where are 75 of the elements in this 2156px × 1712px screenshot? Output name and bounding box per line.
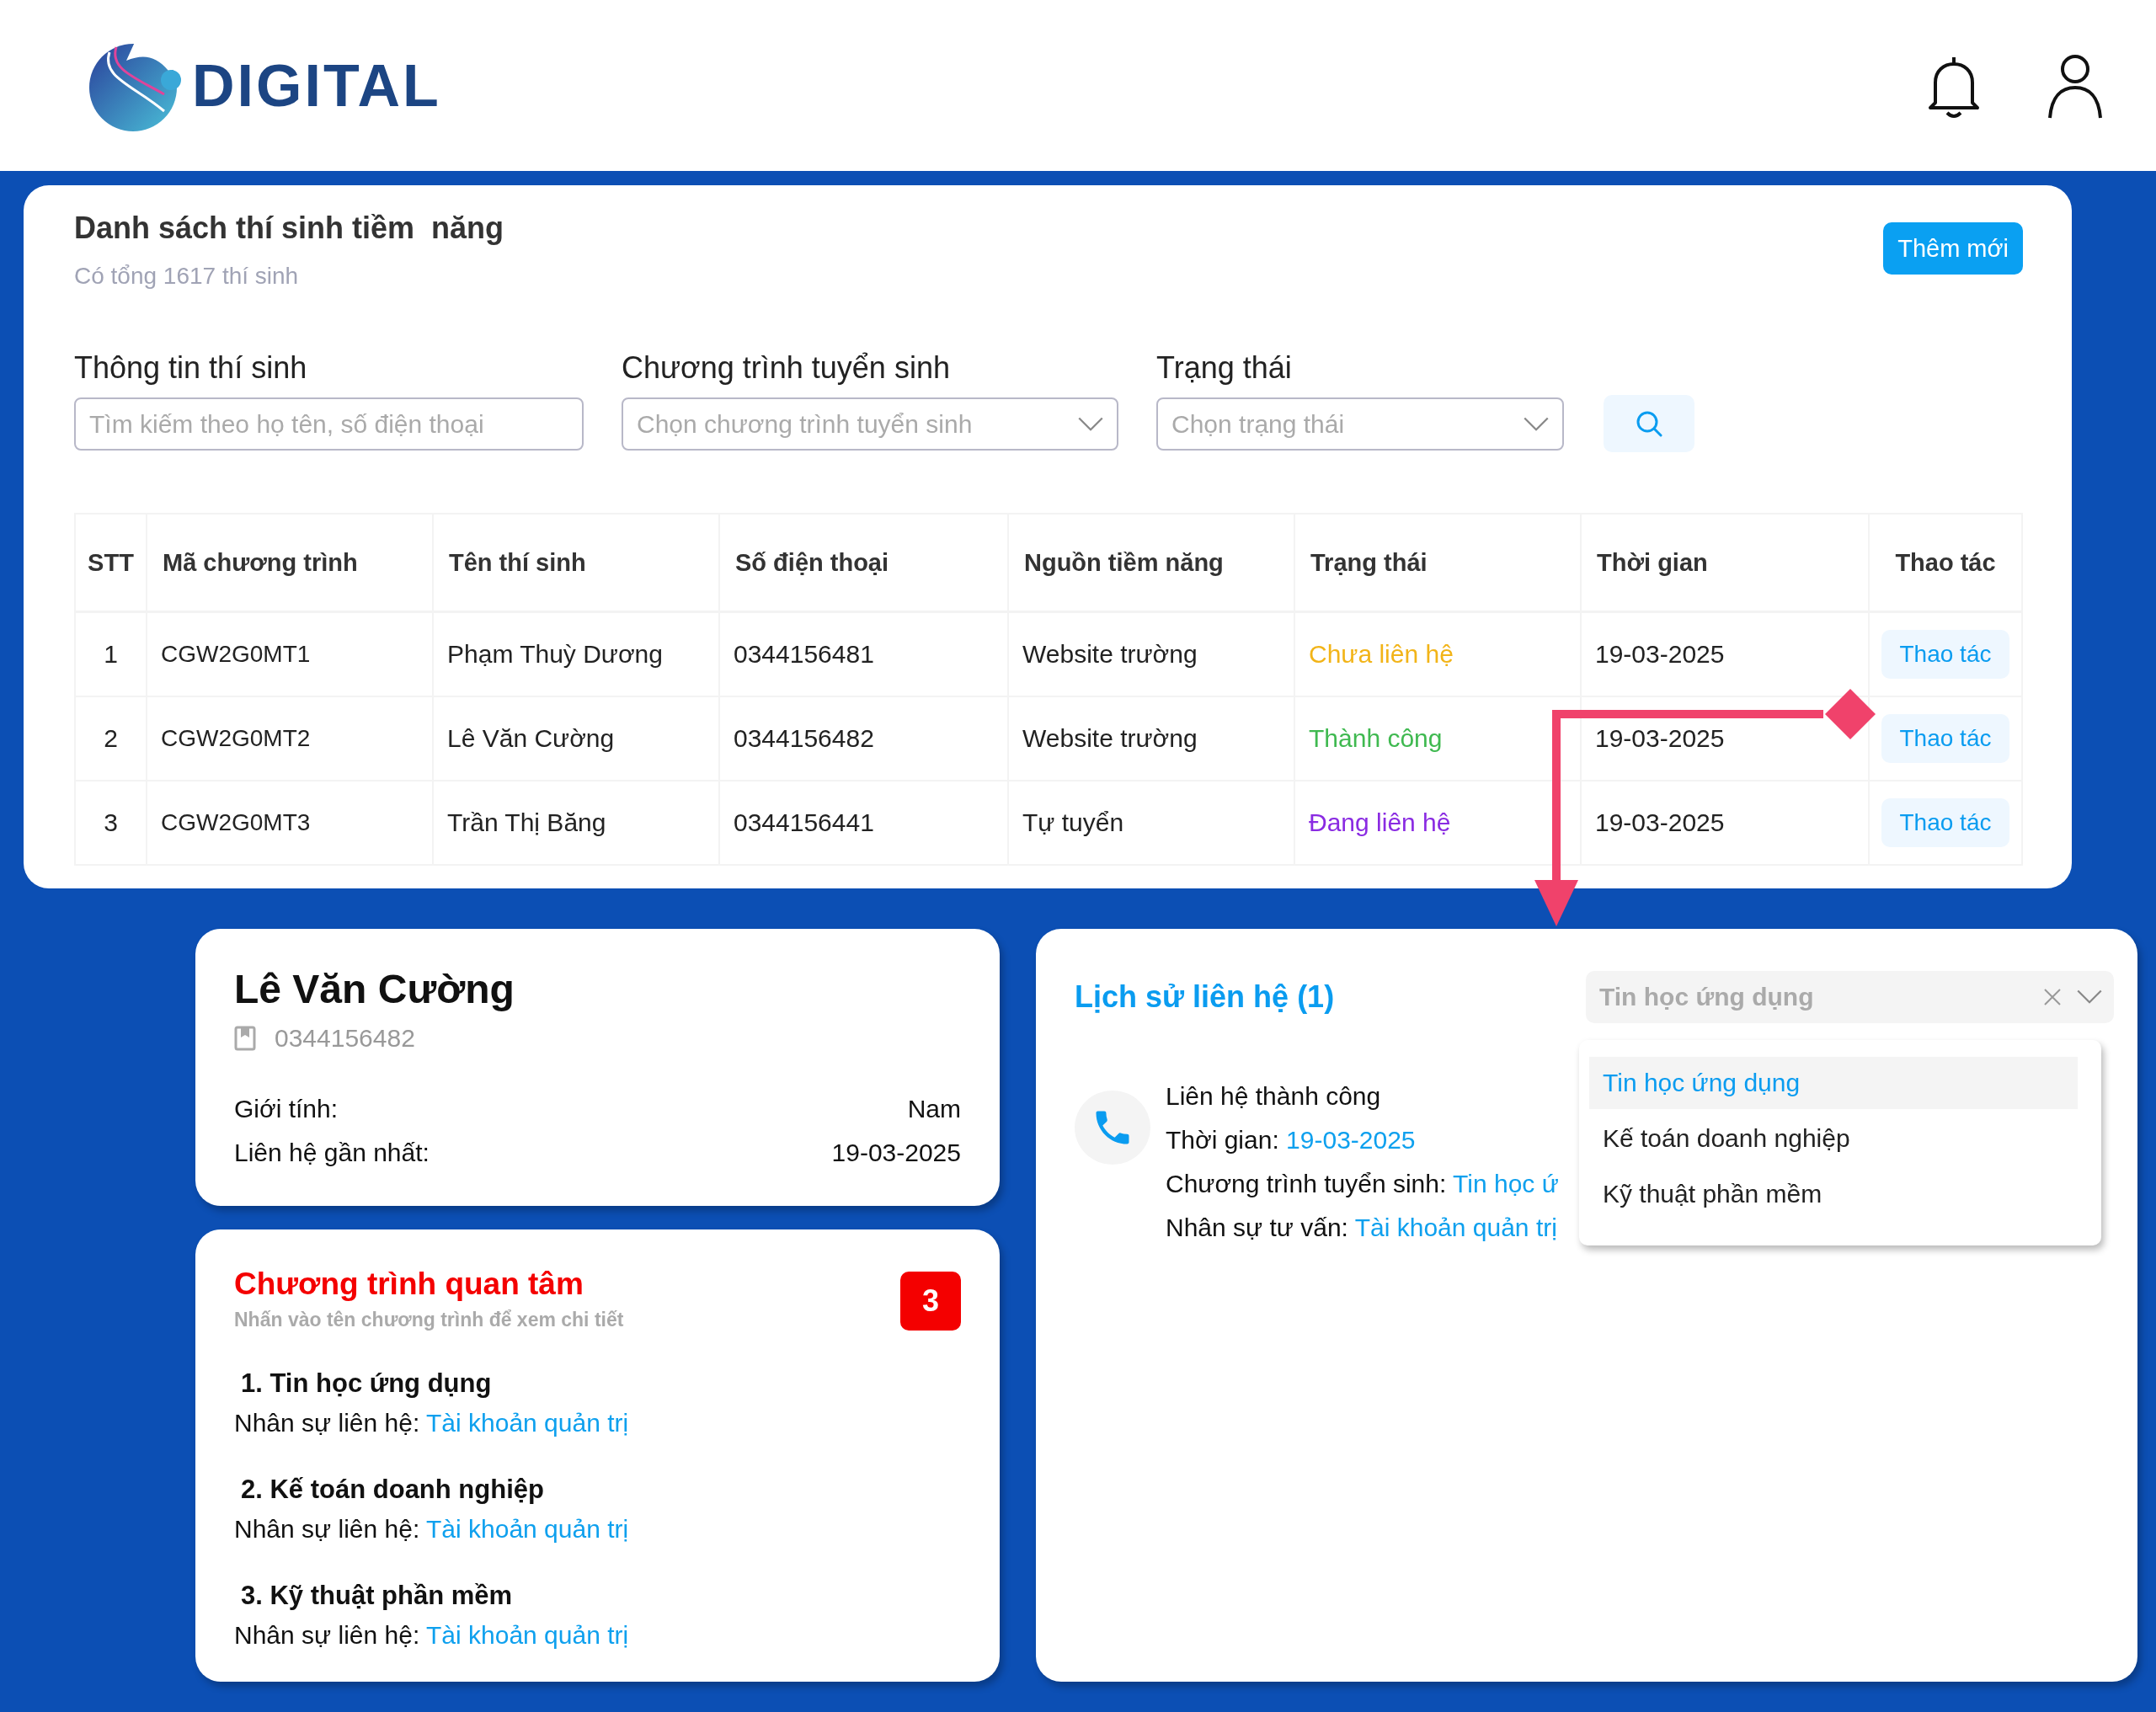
menu-item[interactable]: Kế toán doanh nghiệp — [1589, 1112, 2078, 1165]
section-title: Chương trình quan tâm — [234, 1267, 584, 1302]
table-cell: 3 — [74, 781, 147, 866]
contact-line: Nhân sự liên hệ: Tài khoản quản trị — [234, 1409, 630, 1437]
table-cell: CGW2G0MT1 — [147, 613, 434, 697]
contact-link[interactable]: Tài khoản quản trị — [426, 1409, 629, 1437]
field-label: Giới tính: — [234, 1095, 339, 1123]
program-title[interactable]: 2. Kế toán doanh nghiệp — [234, 1475, 961, 1505]
status-cell: Chưa liên hệ — [1295, 613, 1582, 697]
field-value: Nam — [907, 1095, 961, 1123]
program-title[interactable]: 3. Kỹ thuật phần mềm — [234, 1581, 961, 1611]
chevron-down-icon — [1078, 416, 1103, 432]
filter-label: Thông tin thí sinh — [74, 350, 308, 386]
select-field[interactable]: Chọn chương trình tuyển sinh — [622, 397, 1118, 451]
program-select[interactable]: Tin học ứng dụng — [1586, 971, 2114, 1023]
table-cell: 0344156482 — [720, 697, 1009, 781]
count-badge: 3 — [900, 1272, 961, 1331]
status-cell: Đang liên hệ — [1295, 781, 1582, 866]
entry-value: Tài khoản quản trị — [1354, 1213, 1557, 1241]
select-field[interactable]: Chọn trạng thái — [1156, 397, 1564, 451]
column-header: Mã chương trình — [147, 513, 434, 613]
column-header: Nguồn tiềm năng — [1009, 513, 1295, 613]
filter-label: Trạng thái — [1156, 350, 1293, 386]
table-cell: 2 — [74, 697, 147, 781]
contact-link[interactable]: Tài khoản quản trị — [426, 1515, 629, 1543]
entry-line: Thời gian: 19-03-2025 — [1166, 1126, 1417, 1155]
entry-value: 19-03-2025 — [1286, 1126, 1416, 1154]
table-cell: Website trường — [1009, 613, 1295, 697]
contact-line: Nhân sự liên hệ: Tài khoản quản trị — [234, 1515, 630, 1544]
section-title: Lịch sử liên hệ (1) — [1075, 979, 1335, 1015]
chevron-down-icon — [1524, 416, 1549, 432]
column-header: Tên thí sinh — [434, 513, 720, 613]
candidate-name: Lê Văn Cường — [234, 966, 515, 1012]
field-value: 19-03-2025 — [831, 1139, 961, 1167]
action-button[interactable]: Thao tác — [1881, 630, 2010, 679]
table-cell: Lê Văn Cường — [434, 697, 720, 781]
total-count: Có tổng 1617 thí sinh — [74, 263, 300, 290]
add-button[interactable]: Thêm mới — [1883, 222, 2023, 275]
table-cell: 0344156481 — [720, 613, 1009, 697]
table-cell: 1 — [74, 613, 147, 697]
program-title[interactable]: 1. Tin học ứng dụng — [234, 1368, 961, 1399]
action-button[interactable]: Thao tác — [1881, 798, 2010, 847]
search-button[interactable] — [1604, 395, 1694, 452]
field-label: Liên hệ gần nhất: — [234, 1139, 430, 1167]
chevron-down-icon — [2077, 989, 2102, 1005]
menu-item[interactable]: Kỹ thuật phần mềm — [1589, 1168, 2078, 1220]
contact-line: Nhân sự liên hệ: Tài khoản quản trị — [234, 1621, 630, 1650]
table-cell: 0344156441 — [720, 781, 1009, 866]
table-cell: 19-03-2025 — [1582, 781, 1870, 866]
search-field[interactable]: Tìm kiếm theo họ tên, số điện thoại — [74, 397, 584, 451]
entry-line: Nhân sự tư vấn: Tài khoản quản trị — [1166, 1213, 1558, 1242]
page-title: Danh sách thí sinh tiềm năng — [74, 211, 504, 246]
action-button[interactable]: Thao tác — [1881, 714, 2010, 763]
table-cell: Trần Thị Băng — [434, 781, 720, 866]
status-cell: Thành công — [1295, 697, 1582, 781]
logo-text: DIGITAL — [192, 51, 441, 120]
candidate-phone: 0344156482 — [275, 1024, 415, 1053]
entry-title: Liên hệ thành công — [1166, 1082, 1382, 1111]
entry-value: Tin học ứ — [1453, 1170, 1559, 1197]
close-icon[interactable] — [2043, 988, 2062, 1006]
table-cell: CGW2G0MT2 — [147, 697, 434, 781]
menu-item[interactable]: Tin học ứng dụng — [1589, 1057, 2078, 1109]
table-cell: Phạm Thuỳ Dương — [434, 613, 720, 697]
filter-label: Chương trình tuyển sinh — [622, 350, 951, 386]
entry-line: Chương trình tuyển sinh: Tin học ứ — [1166, 1170, 1559, 1198]
column-header: Trạng thái — [1295, 513, 1582, 613]
table-cell: Tự tuyển — [1009, 781, 1295, 866]
hint-text: Nhấn vào tên chương trình để xem chi tiết — [234, 1309, 624, 1331]
column-header: Thao tác — [1870, 513, 2023, 613]
table-cell: CGW2G0MT3 — [147, 781, 434, 866]
table-cell: Website trường — [1009, 697, 1295, 781]
column-header: STT — [74, 513, 147, 613]
column-header: Số điện thoại — [720, 513, 1009, 613]
contact-link[interactable]: Tài khoản quản trị — [426, 1621, 629, 1649]
column-header: Thời gian — [1582, 513, 1870, 613]
